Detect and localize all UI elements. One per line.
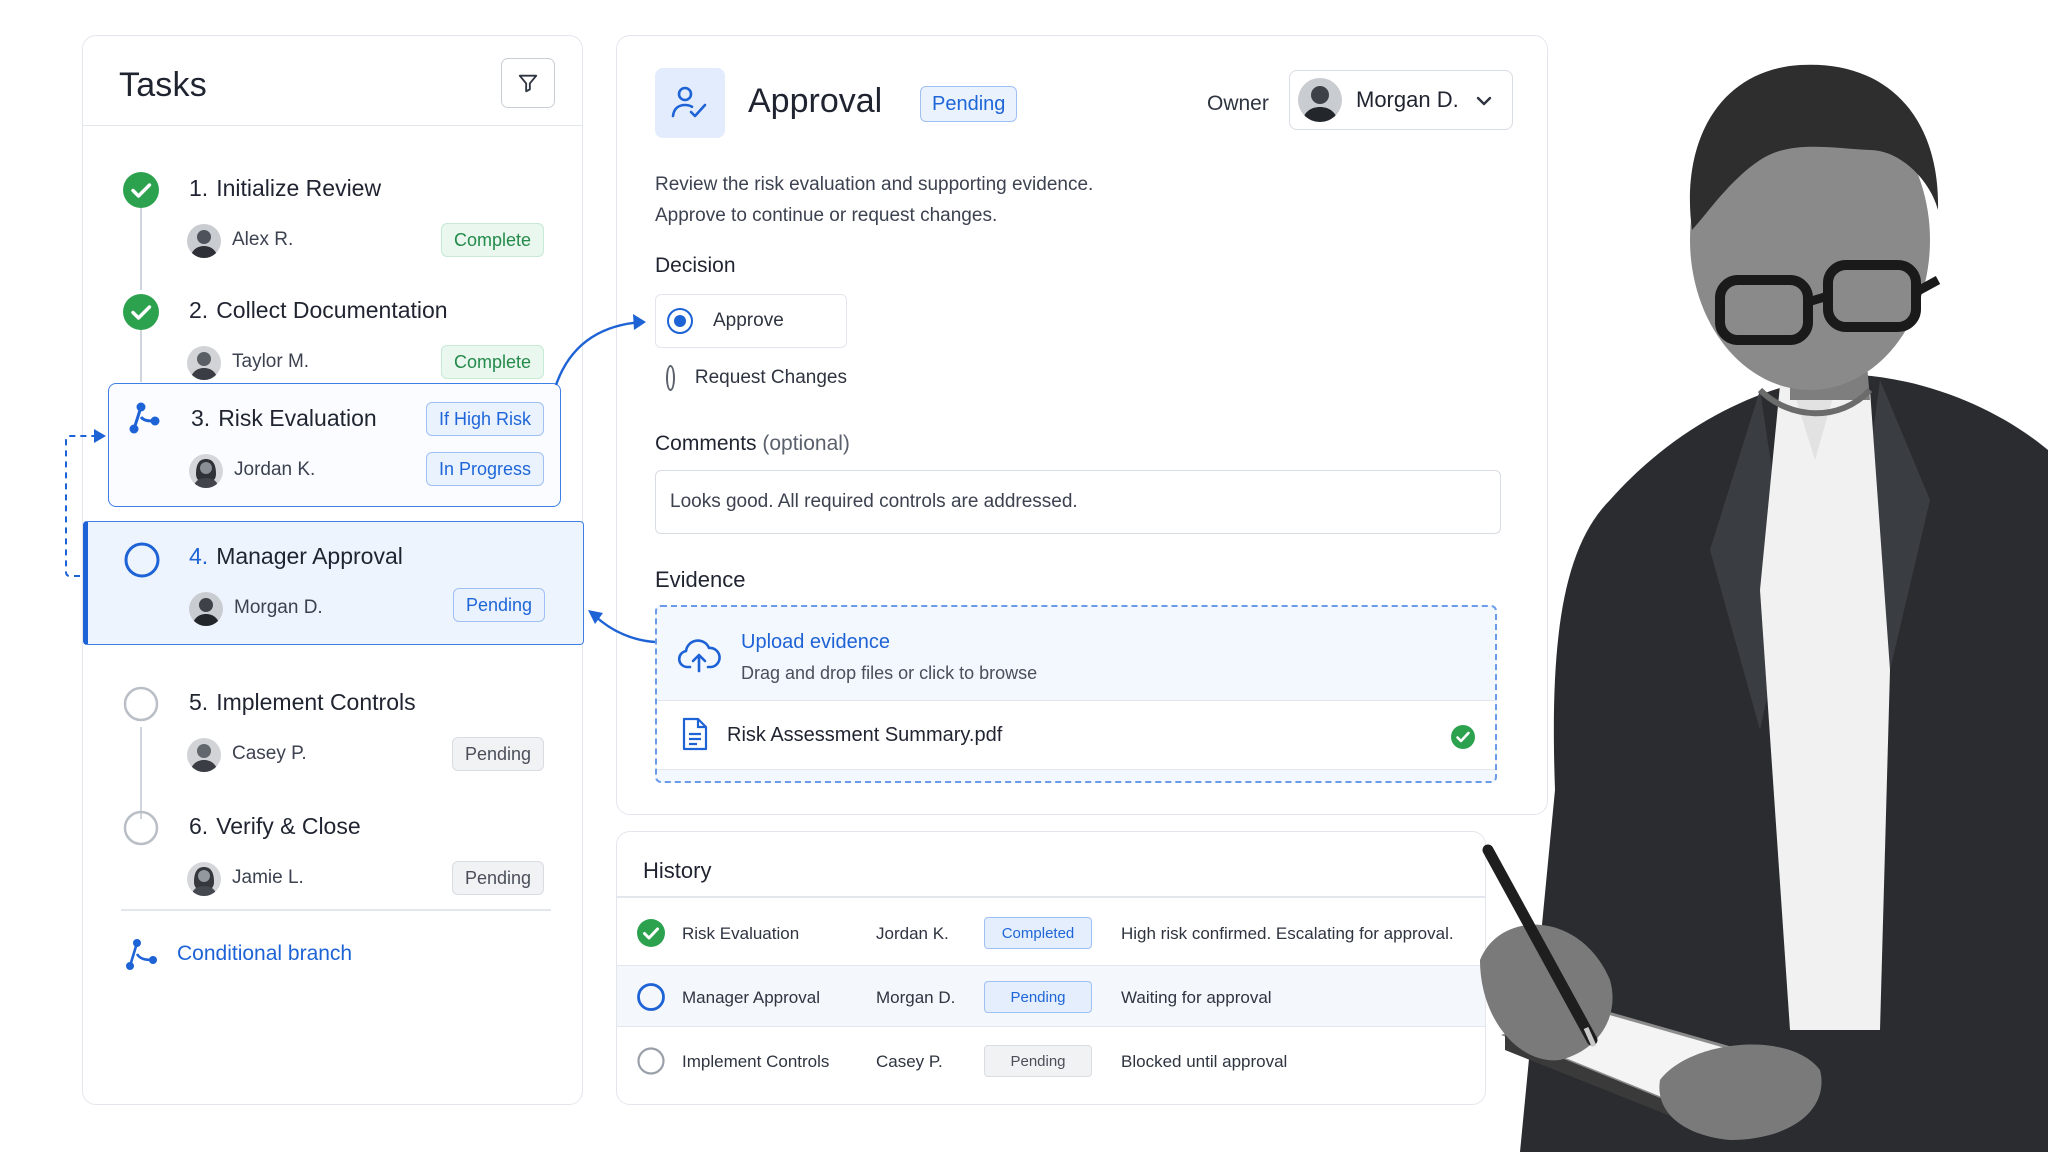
tasks-panel: Tasks 1. Initialize Review Alex R. Comple… [82, 35, 584, 1105]
circle-pending-icon [637, 1047, 665, 1075]
avatar [189, 592, 223, 626]
conditional-branch-label: Conditional branch [177, 942, 353, 965]
avatar [189, 454, 223, 488]
status-badge: Pending [984, 981, 1092, 1013]
evidence-dropzone[interactable]: Upload evidence Drag and drop files or c… [655, 605, 1497, 783]
status-badge: Complete [440, 345, 544, 379]
cloud-upload-icon [677, 639, 721, 673]
tasks-header: Tasks [83, 36, 582, 126]
status-badge: Complete [440, 223, 544, 257]
conditional-branch-link[interactable]: Conditional branch [123, 936, 352, 972]
upload-hint: Drag and drop files or click to browse [741, 663, 1038, 683]
circle-active-icon [124, 542, 160, 578]
check-circle-icon [123, 294, 159, 330]
task-name: 5. Implement Controls [189, 689, 416, 715]
history-row[interactable]: Implement Controls Casey P. Pending Bloc… [617, 1030, 1485, 1092]
circle-pending-icon [123, 810, 159, 846]
task-item-risk-evaluation[interactable]: 3. Risk Evaluation Jordan K. If High Risk… [108, 383, 561, 507]
task-item-manager-approval[interactable]: 4. Manager Approval Morgan D. Pending [83, 521, 584, 645]
status-badge: Pending [984, 1045, 1092, 1077]
owner-label: Owner [1207, 92, 1269, 115]
owner-value: Morgan D. [1356, 87, 1459, 112]
status-badge: Pending [920, 86, 1018, 122]
check-circle-icon [637, 919, 665, 947]
person-photo [1480, 64, 2048, 1152]
upload-evidence-link[interactable]: Upload evidence [741, 631, 890, 654]
filter-button[interactable] [501, 58, 555, 108]
task-name: 6. Verify & Close [189, 813, 361, 839]
status-badge: Pending [451, 737, 544, 771]
task-item[interactable]: 2. Collect Documentation Taylor M. Comple… [83, 276, 582, 400]
circle-active-icon [637, 983, 665, 1011]
history-panel: History Risk Evaluation Jordan K. Comple… [616, 831, 1486, 1105]
radio-selected-icon [667, 308, 693, 334]
history-row[interactable]: Risk Evaluation Jordan K. Completed High… [617, 902, 1485, 964]
avatar [187, 346, 221, 380]
comments-label: Comments (optional) [655, 432, 850, 455]
uploaded-file[interactable]: Risk Assessment Summary.pdf [657, 700, 1495, 770]
avatar [1298, 78, 1342, 122]
radio-label: Approve [713, 310, 784, 331]
condition-badge: If High Risk [425, 402, 544, 436]
task-item[interactable]: 6. Verify & Close Jamie L. Pending [83, 792, 582, 916]
task-assignee: Jordan K. [234, 459, 316, 480]
approval-panel: Approval Pending Owner Morgan D. Review … [616, 35, 1548, 815]
task-item[interactable]: 1. Initialize Review Alex R. Complete [83, 154, 582, 278]
task-name: 2. Collect Documentation [189, 297, 448, 323]
task-name: 4. Manager Approval [189, 543, 403, 569]
evidence-label: Evidence [655, 567, 746, 592]
history-step: Implement Controls [682, 1052, 830, 1071]
tasks-title: Tasks [119, 66, 207, 104]
history-step: Risk Evaluation [682, 924, 800, 943]
radio-unselected-icon [666, 365, 675, 391]
history-title: History [643, 858, 712, 883]
task-item[interactable]: 5. Implement Controls Casey P. Pending [83, 668, 582, 792]
task-assignee: Casey P. [232, 743, 307, 764]
comments-input[interactable]: Looks good. All required controls are ad… [655, 470, 1501, 534]
approval-title: Approval [748, 82, 883, 120]
branch-icon [129, 402, 160, 434]
history-note: High risk confirmed. Escalating for appr… [1121, 924, 1454, 943]
task-assignee: Morgan D. [234, 597, 323, 618]
history-row[interactable]: Manager Approval Morgan D. Pending Waiti… [617, 965, 1485, 1027]
history-person: Casey P. [876, 1052, 943, 1071]
decision-label: Decision [655, 254, 736, 277]
task-assignee: Jamie L. [232, 867, 304, 888]
history-note: Blocked until approval [1121, 1052, 1288, 1071]
history-step: Manager Approval [682, 988, 820, 1007]
filter-icon [518, 74, 538, 93]
avatar [187, 862, 221, 896]
avatar [187, 224, 221, 258]
avatar [187, 738, 221, 772]
task-assignee: Alex R. [232, 229, 294, 250]
task-name: 1. Initialize Review [189, 175, 382, 201]
branch-icon [126, 939, 157, 970]
approval-icon [655, 68, 725, 138]
task-name: 3. Risk Evaluation [191, 405, 377, 431]
radio-label: Request Changes [694, 367, 847, 388]
status-badge: Pending [452, 588, 545, 622]
history-note: Waiting for approval [1121, 988, 1272, 1007]
task-assignee: Taylor M. [232, 351, 310, 372]
status-badge: Completed [984, 917, 1092, 949]
history-person: Jordan K. [876, 924, 949, 943]
divider [617, 896, 1485, 898]
status-badge: Pending [451, 861, 544, 895]
circle-pending-icon [123, 686, 159, 722]
radio-request-changes[interactable]: Request Changes [655, 351, 847, 405]
divider [121, 909, 551, 911]
approval-description: Review the risk evaluation and supportin… [655, 174, 1094, 226]
radio-approve[interactable]: Approve [655, 294, 847, 348]
history-person: Morgan D. [876, 988, 956, 1007]
check-circle-icon [123, 172, 159, 208]
file-name: Risk Assessment Summary.pdf [727, 724, 1003, 746]
document-icon [682, 717, 708, 751]
status-badge: In Progress [425, 452, 544, 486]
user-check-icon [671, 86, 707, 118]
